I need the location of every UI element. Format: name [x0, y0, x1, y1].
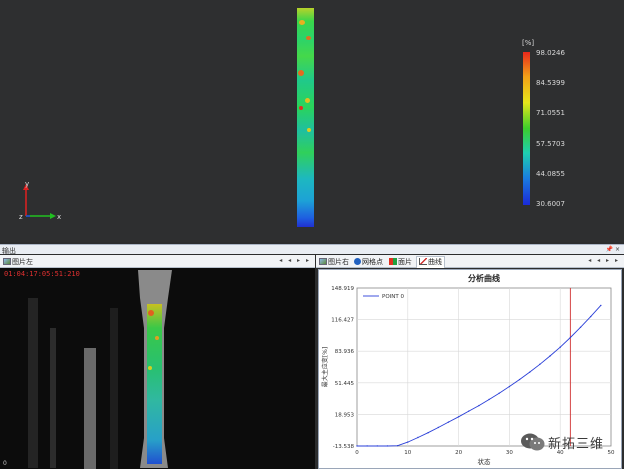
tab-facets[interactable]: 面片: [389, 257, 412, 267]
tab-facets-label: 面片: [398, 258, 412, 266]
x-tick-label: 20: [455, 450, 462, 456]
colorbar-label: 84.5399: [536, 79, 565, 87]
colorbar-gradient: [523, 52, 530, 205]
series-point: [437, 426, 439, 429]
axis-z-label: z: [19, 213, 23, 221]
strain-hotspot: [305, 98, 310, 103]
series-point: [569, 336, 572, 339]
right-toolbar: 图片右 网格点 面片 曲线 ◂ ◂ ▸ ▸: [316, 255, 624, 268]
plot-frame: [356, 287, 612, 447]
series-point: [447, 421, 450, 423]
strain-hotspot: [298, 70, 304, 76]
image-icon: [319, 258, 327, 265]
wechat-icon: [521, 433, 545, 451]
legend-label: POINT 0: [382, 294, 404, 300]
left-image-panel: 图片左 ◂ ◂ ▸ ▸ 01:04:17:05:51:210 0: [0, 255, 315, 469]
series-point: [549, 355, 551, 357]
tab-grid-points[interactable]: 网格点: [354, 257, 383, 267]
right-nav-arrows[interactable]: ◂ ◂ ▸ ▸: [588, 257, 620, 264]
series-point: [600, 304, 602, 307]
colorbar-label: 30.6007: [536, 200, 565, 208]
tab-curve[interactable]: 曲线: [416, 256, 445, 268]
tab-left-image-label: 图片左: [12, 258, 33, 266]
output-panel-header: 输出 📌 ×: [0, 244, 624, 255]
series-point: [366, 445, 368, 447]
y-axis-label: 最大主应变[%]: [321, 347, 329, 387]
x-axis-label: 状态: [478, 457, 492, 466]
strain-hotspot: [299, 106, 303, 110]
y-tick-label: 51.445: [335, 381, 355, 387]
curve-icon: [419, 258, 427, 265]
series-point: [396, 444, 399, 447]
tab-left-image[interactable]: 图片左: [3, 257, 33, 267]
series-point: [376, 445, 379, 447]
tab-right-image-label: 图片右: [328, 258, 349, 266]
pin-close-icons[interactable]: 📌 ×: [606, 246, 620, 253]
tab-curve-label: 曲线: [428, 258, 442, 266]
3d-viewport[interactable]: y z x [%] 98.0246 84.5399 71.0551 57.570…: [0, 0, 624, 242]
series-point: [498, 392, 500, 394]
capture-timestamp: 01:04:17:05:51:210: [4, 270, 80, 278]
facet-icon: [389, 258, 397, 265]
series-point: [427, 432, 429, 434]
specimen-strain-map[interactable]: [297, 8, 314, 227]
camera-image: [0, 268, 315, 469]
left-nav-arrows[interactable]: ◂ ◂ ▸ ▸: [279, 257, 311, 264]
series-point: [579, 326, 582, 329]
watermark: 新拓三维: [518, 431, 618, 453]
series-point: [386, 445, 389, 447]
series-point: [539, 363, 541, 365]
grid-points-icon: [354, 258, 361, 265]
y-tick-label: 18.953: [335, 412, 355, 418]
series-point: [407, 441, 409, 443]
x-tick-label: 10: [404, 450, 411, 456]
camera-image-view[interactable]: 01:04:17:05:51:210 0: [0, 268, 315, 469]
x-tick-label: 30: [506, 450, 513, 456]
axis-x-label: x: [57, 213, 61, 221]
series-point: [356, 445, 358, 447]
series-point: [559, 346, 561, 348]
series-point: [417, 436, 419, 439]
series-point: [589, 315, 592, 318]
frame-index: 0: [3, 460, 7, 467]
axis-y-label: y: [25, 180, 29, 188]
colorbar-unit: [%]: [522, 39, 535, 47]
colorbar-legend: [%] 98.0246 84.5399 71.0551 57.5703 44.0…: [518, 36, 608, 216]
colorbar-label: 71.0551: [536, 109, 565, 117]
series-point: [518, 378, 521, 381]
image-icon: [3, 258, 11, 265]
series-point: [529, 371, 531, 373]
y-tick-label: -13.538: [333, 444, 355, 450]
axis-triad: y z x: [19, 180, 61, 221]
series-point: [478, 404, 480, 407]
series-point: [488, 398, 490, 401]
colorbar-label: 44.0855: [536, 170, 565, 178]
tab-right-image[interactable]: 图片右: [319, 257, 349, 267]
left-toolbar: 图片左 ◂ ◂ ▸ ▸: [0, 255, 315, 268]
colorbar-label: 98.0246: [536, 49, 565, 57]
strain-hotspot: [307, 128, 311, 132]
x-tick-label: 0: [355, 450, 359, 456]
series-point: [508, 385, 511, 388]
strain-hotspot: [299, 20, 305, 25]
series-point: [468, 410, 470, 412]
chart-title: 分析曲线: [468, 273, 500, 283]
y-tick-label: 83.936: [335, 349, 355, 355]
watermark-text: 新拓三维: [548, 437, 605, 452]
y-tick-label: 148.919: [331, 286, 354, 292]
colorbar-label: 57.5703: [536, 140, 565, 148]
strain-hotspot: [306, 36, 311, 40]
tab-grid-points-label: 网格点: [362, 258, 383, 266]
series-point: [457, 416, 460, 418]
y-tick-label: 116.427: [331, 318, 354, 324]
